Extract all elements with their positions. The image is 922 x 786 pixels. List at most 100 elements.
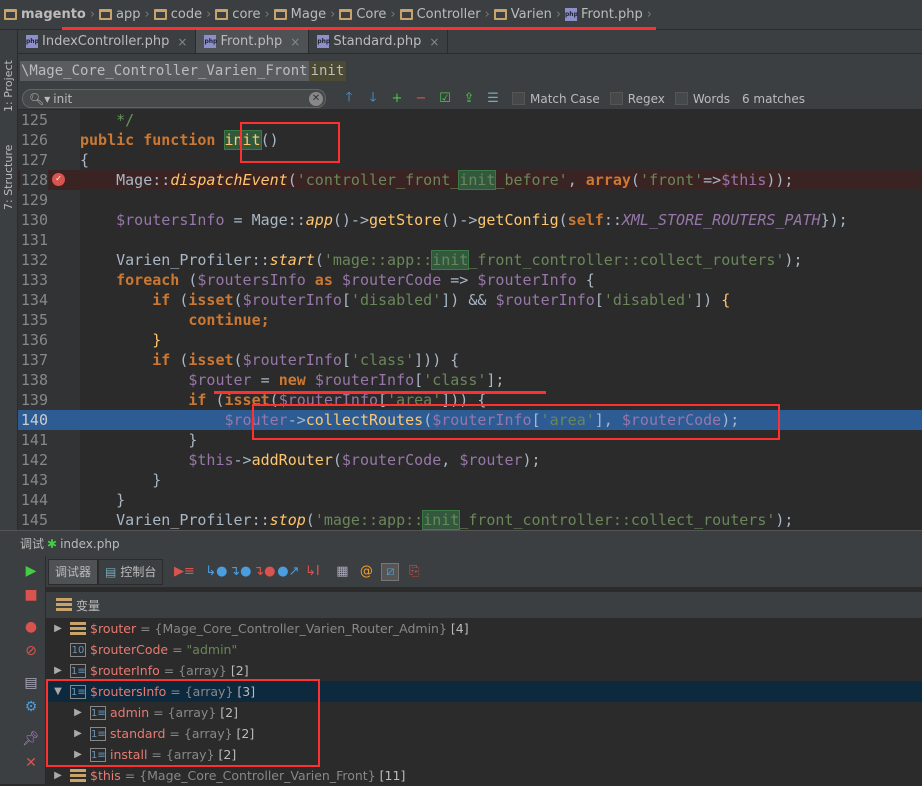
variable-row[interactable]: ▶ $router = {Mage_Core_Controller_Varien_… bbox=[46, 618, 922, 639]
pin-icon[interactable]: 📌︎ bbox=[22, 730, 40, 748]
close-tab-icon[interactable]: × bbox=[429, 35, 439, 49]
breadcrumb-item[interactable]: Core › bbox=[339, 7, 396, 22]
breadcrumb-item[interactable]: Controller › bbox=[399, 7, 490, 22]
code-token: }); bbox=[820, 211, 848, 229]
structure-tool-button[interactable]: 7: Structure bbox=[2, 145, 15, 210]
line-number[interactable]: 140 bbox=[20, 410, 48, 430]
mute-breakpoints-icon[interactable]: ⊘ bbox=[22, 642, 40, 660]
line-number[interactable]: 125 bbox=[20, 110, 48, 130]
code-line: 126 public function init() bbox=[18, 130, 922, 150]
line-number[interactable]: 142 bbox=[20, 450, 48, 470]
line-number[interactable]: 139 bbox=[20, 390, 48, 410]
clear-icon[interactable]: ✕ bbox=[309, 91, 323, 106]
tab-debugger[interactable]: 调试器 bbox=[48, 558, 99, 585]
chevron-right-icon[interactable]: ▶ bbox=[52, 665, 64, 676]
chevron-right-icon[interactable]: ▶ bbox=[52, 623, 64, 634]
show-execution-point-icon[interactable]: ▶≡ bbox=[174, 563, 195, 581]
line-number[interactable]: 133 bbox=[20, 270, 48, 290]
line-number[interactable]: 132 bbox=[20, 250, 48, 270]
line-number[interactable]: 141 bbox=[20, 430, 48, 450]
watch-icon[interactable]: @ bbox=[357, 563, 375, 581]
nav-class[interactable]: \Mage_Core_Controller_Varien_Front bbox=[20, 61, 309, 81]
search-input[interactable]: 🔍︎▾ init ✕ bbox=[22, 89, 326, 108]
line-number[interactable]: 136 bbox=[20, 330, 48, 350]
restore-layout-icon[interactable]: ⎘ bbox=[405, 563, 423, 581]
breakpoints-icon[interactable]: ● bbox=[22, 618, 40, 636]
code-token: getConfig bbox=[477, 211, 559, 229]
export-icon[interactable]: ⇪ bbox=[460, 90, 478, 108]
line-number[interactable]: 144 bbox=[20, 490, 48, 510]
variable-row[interactable]: ▶ $this = {Mage_Core_Controller_Varien_Fr… bbox=[46, 765, 922, 786]
chevron-right-icon[interactable]: ▶ bbox=[52, 770, 64, 781]
run-to-cursor-icon[interactable]: ↳I bbox=[303, 563, 321, 581]
add-selection-icon[interactable]: + bbox=[388, 90, 406, 108]
code-token: ()-> bbox=[332, 211, 369, 229]
variable-row[interactable]: 10 $routerCode = "admin" bbox=[46, 639, 922, 660]
line-number[interactable]: 128 bbox=[20, 170, 48, 190]
line-number[interactable]: 137 bbox=[20, 350, 48, 370]
close-icon[interactable]: ✕ bbox=[22, 754, 40, 772]
breadcrumb-item[interactable]: php Front.php › bbox=[565, 7, 652, 22]
close-tab-icon[interactable]: × bbox=[177, 35, 187, 49]
stop-icon[interactable]: ■ bbox=[22, 586, 40, 604]
force-step-into-icon[interactable]: ↴● bbox=[253, 563, 275, 581]
filter-icon[interactable]: ☰ bbox=[484, 90, 502, 108]
select-all-icon[interactable]: ☑ bbox=[436, 90, 454, 108]
step-over-icon[interactable]: ↳● bbox=[205, 563, 227, 581]
previous-occurrence-icon[interactable]: 🡑 bbox=[340, 90, 358, 108]
string-icon: 10 bbox=[70, 642, 86, 657]
tab-standard[interactable]: php Standard.php × bbox=[309, 30, 449, 53]
line-number[interactable]: 135 bbox=[20, 310, 48, 330]
resume-icon[interactable]: ▶ bbox=[22, 562, 40, 580]
match-case-checkbox[interactable] bbox=[512, 92, 525, 105]
breadcrumb-item[interactable]: core › bbox=[215, 7, 270, 22]
code-editor[interactable]: 125 */126 public function init() 127{128 ✓ … bbox=[18, 110, 922, 530]
frames-toggle-icon[interactable]: ⧄ bbox=[381, 562, 400, 581]
code-text: */ bbox=[80, 110, 134, 130]
breadcrumb-item[interactable]: magento › bbox=[4, 7, 95, 22]
remove-selection-icon[interactable]: − bbox=[412, 90, 430, 108]
breakpoint-icon[interactable]: ✓ bbox=[52, 173, 65, 186]
code-token: ( bbox=[179, 271, 198, 289]
step-into-icon[interactable]: ↴● bbox=[229, 563, 251, 581]
left-tool-strip: 1: Project 7: Structure bbox=[0, 30, 18, 530]
regex-checkbox[interactable] bbox=[609, 92, 623, 105]
tab-indexcontroller[interactable]: php IndexController.php × bbox=[18, 30, 197, 53]
code-token: */ bbox=[80, 111, 135, 129]
line-number[interactable]: 130 bbox=[20, 210, 48, 230]
nav-method[interactable]: init bbox=[308, 61, 347, 81]
tab-front[interactable]: php Front.php × bbox=[196, 30, 310, 53]
code-token: ( bbox=[233, 291, 243, 309]
equals-sign: = bbox=[159, 663, 179, 678]
variable-count: [4] bbox=[450, 621, 469, 636]
layout-icon[interactable]: ▤ bbox=[22, 674, 40, 692]
line-number[interactable]: 143 bbox=[20, 470, 48, 490]
line-number[interactable]: 131 bbox=[20, 230, 48, 250]
close-tab-icon[interactable]: × bbox=[290, 35, 300, 49]
project-tool-button[interactable]: 1: Project bbox=[2, 60, 15, 112]
code-line: 138 $router = new $routerInfo['class']; bbox=[18, 370, 922, 390]
line-number[interactable]: 126 bbox=[20, 130, 48, 150]
settings-icon[interactable]: ⚙ bbox=[22, 698, 40, 716]
step-out-icon[interactable]: ●↗ bbox=[277, 563, 299, 581]
breadcrumb-item[interactable]: Mage › bbox=[273, 7, 335, 22]
breadcrumb-item[interactable]: code › bbox=[153, 7, 211, 22]
code-token: ( bbox=[305, 511, 315, 529]
words-checkbox[interactable] bbox=[674, 92, 688, 105]
breadcrumb-item[interactable]: app › bbox=[99, 7, 150, 22]
line-number[interactable]: 129 bbox=[20, 190, 48, 210]
breadcrumb-label: Controller bbox=[416, 7, 481, 22]
line-number[interactable]: 134 bbox=[20, 290, 48, 310]
next-occurrence-icon[interactable]: 🡓 bbox=[364, 90, 382, 108]
line-number[interactable]: 145 bbox=[20, 510, 48, 530]
code-token: isset bbox=[188, 351, 234, 369]
line-number[interactable]: 127 bbox=[20, 150, 48, 170]
variable-type: {array} bbox=[178, 663, 227, 678]
variable-row[interactable]: ▶ 1≡ $routerInfo = {array} [2] bbox=[46, 660, 922, 681]
line-number[interactable]: 138 bbox=[20, 370, 48, 390]
tab-console[interactable]: ▤ 控制台 bbox=[98, 558, 164, 585]
code-token: ]) && bbox=[441, 291, 496, 309]
breadcrumb-item[interactable]: Varien › bbox=[493, 7, 561, 22]
equals-sign: = bbox=[168, 642, 187, 657]
evaluate-icon[interactable]: ▦ bbox=[333, 563, 351, 581]
